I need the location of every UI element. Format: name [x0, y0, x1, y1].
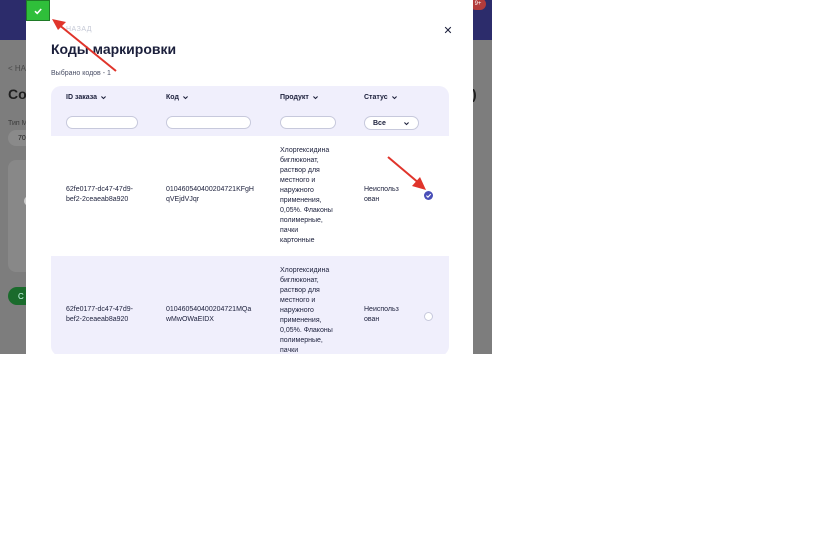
- chevron-down-icon: [182, 96, 188, 100]
- status-cell: Неиспользован: [364, 186, 399, 203]
- product-cell: Хлоргексидина биглюконат, раствор для ме…: [280, 147, 333, 244]
- order-id-cell: 62fe0177-dc47-47d9-bef2-2ceaeab8a920: [66, 306, 133, 323]
- column-label: ID заказа: [66, 94, 97, 101]
- product-filter-input[interactable]: [280, 116, 336, 129]
- column-label: Продукт: [280, 94, 309, 101]
- column-header-product[interactable]: Продукт: [280, 94, 319, 101]
- app-field-label: Тип М: [8, 120, 28, 127]
- status-filter-select[interactable]: Все: [364, 116, 419, 130]
- table-header: ID заказа Код Продукт Статус Все: [51, 86, 449, 136]
- chevron-down-icon: [391, 96, 397, 100]
- table-row[interactable]: 62fe0177-dc47-47d9-bef2-2ceaeab8a920 010…: [51, 136, 449, 256]
- chevron-down-icon: [312, 96, 318, 100]
- chevron-down-icon: [404, 121, 409, 125]
- row-select-radio[interactable]: [424, 312, 433, 321]
- marking-codes-modal: НАЗАД ✕ Коды маркировки Выбрано кодов - …: [26, 0, 473, 354]
- confirm-check-button[interactable]: [26, 0, 50, 21]
- check-icon: [426, 193, 432, 198]
- column-header-code[interactable]: Код: [166, 94, 189, 101]
- status-filter-value: Все: [373, 119, 386, 127]
- modal-title: Коды маркировки: [51, 41, 177, 57]
- column-label: Статус: [364, 94, 388, 101]
- modal-breadcrumb[interactable]: НАЗАД: [66, 26, 92, 33]
- row-select-radio[interactable]: [424, 191, 433, 200]
- check-icon: [34, 7, 42, 15]
- column-header-order-id[interactable]: ID заказа: [66, 94, 107, 101]
- code-cell: 010460540400204721MQawMwOWaEIDX: [166, 306, 252, 323]
- table-row[interactable]: 62fe0177-dc47-47d9-bef2-2ceaeab8a920 010…: [51, 256, 449, 354]
- status-cell: Неиспользован: [364, 306, 399, 323]
- code-cell: 010460540400204721KFgHqVEjdVJqr: [166, 186, 254, 203]
- close-icon[interactable]: ✕: [442, 24, 454, 37]
- column-label: Код: [166, 94, 179, 101]
- column-header-status[interactable]: Статус: [364, 94, 398, 101]
- order-id-cell: 62fe0177-dc47-47d9-bef2-2ceaeab8a920: [66, 186, 133, 203]
- order-id-filter-input[interactable]: [66, 116, 138, 129]
- chevron-down-icon: [101, 96, 106, 100]
- codes-table: ID заказа Код Продукт Статус Все 62fe017…: [51, 86, 449, 354]
- product-cell: Хлоргексидина биглюконат, раствор для ме…: [280, 267, 333, 354]
- code-filter-input[interactable]: [166, 116, 251, 129]
- selected-count: Выбрано кодов - 1: [51, 70, 111, 77]
